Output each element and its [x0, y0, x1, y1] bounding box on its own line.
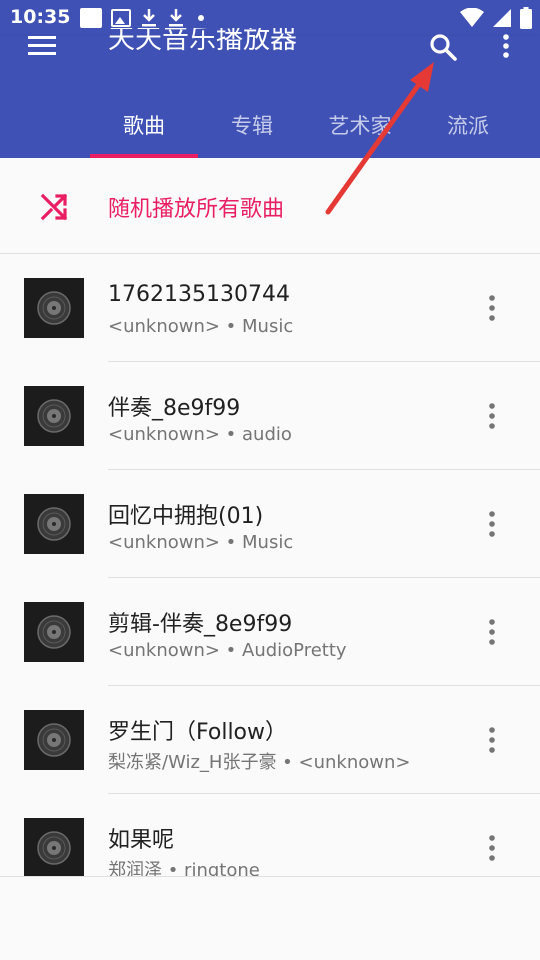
song-title: 罗生门（Follow） [108, 720, 288, 745]
vinyl-record-icon [37, 507, 71, 541]
album-art [24, 710, 84, 770]
song-title: 1762135130744 [108, 282, 290, 307]
shuffle-all-button[interactable]: 随机播放所有歌曲 [0, 158, 540, 254]
app-bar: 天天音乐播放器 歌曲 专辑 艺术家 流派 [0, 28, 540, 158]
battery-icon [520, 7, 532, 29]
album-art [24, 386, 84, 446]
wifi-icon [460, 8, 484, 27]
tab-songs[interactable]: 歌曲 [90, 102, 198, 158]
song-subtitle: <unknown> • Music [108, 316, 294, 337]
song-subtitle: <unknown> • Music [108, 532, 294, 553]
song-more-options-icon[interactable] [480, 402, 504, 430]
album-art [24, 494, 84, 554]
song-list-item[interactable]: 如果呢 郑润泽 • ringtone [0, 794, 540, 876]
vinyl-record-icon [37, 723, 71, 757]
song-title: 如果呢 [108, 828, 175, 853]
shuffle-all-label: 随机播放所有歌曲 [108, 197, 285, 222]
song-list-item[interactable]: 伴奏_8e9f99 <unknown> • audio [0, 362, 540, 470]
song-subtitle: 梨冻紧/Wiz_H张子豪 • <unknown> [108, 752, 411, 773]
song-more-options-icon[interactable] [480, 294, 504, 322]
song-title: 剪辑-伴奏_8e9f99 [108, 612, 293, 637]
music-player-screen: 10:35 天天音乐播放器 歌曲 专辑 艺术家 流派 随机播放所有歌曲 1762… [0, 0, 540, 960]
shuffle-icon [40, 193, 68, 221]
signal-icon [493, 9, 511, 27]
vinyl-record-icon [37, 291, 71, 325]
song-list-item[interactable]: 罗生门（Follow） 梨冻紧/Wiz_H张子豪 • <unknown> [0, 686, 540, 794]
image-icon [111, 9, 131, 27]
song-more-options-icon[interactable] [480, 726, 504, 754]
vinyl-record-icon [37, 831, 71, 865]
notification-square-icon [80, 8, 102, 28]
download-icon [142, 9, 156, 27]
song-more-options-icon[interactable] [480, 834, 504, 862]
song-list-item[interactable]: 剪辑-伴奏_8e9f99 <unknown> • AudioPretty [0, 578, 540, 686]
app-title: 天天音乐播放器 [108, 28, 297, 55]
tab-albums[interactable]: 专辑 [198, 102, 306, 158]
tab-artists[interactable]: 艺术家 [306, 102, 414, 158]
search-icon[interactable] [428, 32, 458, 62]
song-title: 回忆中拥抱(01) [108, 504, 264, 529]
song-more-options-icon[interactable] [480, 618, 504, 646]
song-list-item[interactable]: 回忆中拥抱(01) <unknown> • Music [0, 470, 540, 578]
song-list-item[interactable]: 1762135130744 <unknown> • Music [0, 254, 540, 362]
status-time: 10:35 [10, 6, 71, 28]
album-art [24, 818, 84, 876]
song-list: 1762135130744 <unknown> • Music 伴奏_8e9f9… [0, 254, 540, 876]
more-options-icon[interactable] [498, 34, 514, 60]
download-icon [169, 9, 183, 27]
album-art [24, 278, 84, 338]
vinyl-record-icon [37, 399, 71, 433]
song-subtitle: <unknown> • AudioPretty [108, 640, 347, 661]
song-subtitle: 郑润泽 • ringtone [108, 860, 260, 876]
list-bottom-divider [0, 876, 540, 877]
song-subtitle: <unknown> • audio [108, 424, 292, 445]
tab-bar: 歌曲 专辑 艺术家 流派 [0, 102, 540, 158]
notification-icons [80, 8, 204, 28]
album-art [24, 602, 84, 662]
vinyl-record-icon [37, 615, 71, 649]
menu-icon[interactable] [28, 36, 56, 56]
tab-genres[interactable]: 流派 [414, 102, 522, 158]
song-more-options-icon[interactable] [480, 510, 504, 538]
song-title: 伴奏_8e9f99 [108, 396, 241, 421]
dot-icon [198, 15, 204, 21]
status-right-icons [460, 7, 532, 29]
